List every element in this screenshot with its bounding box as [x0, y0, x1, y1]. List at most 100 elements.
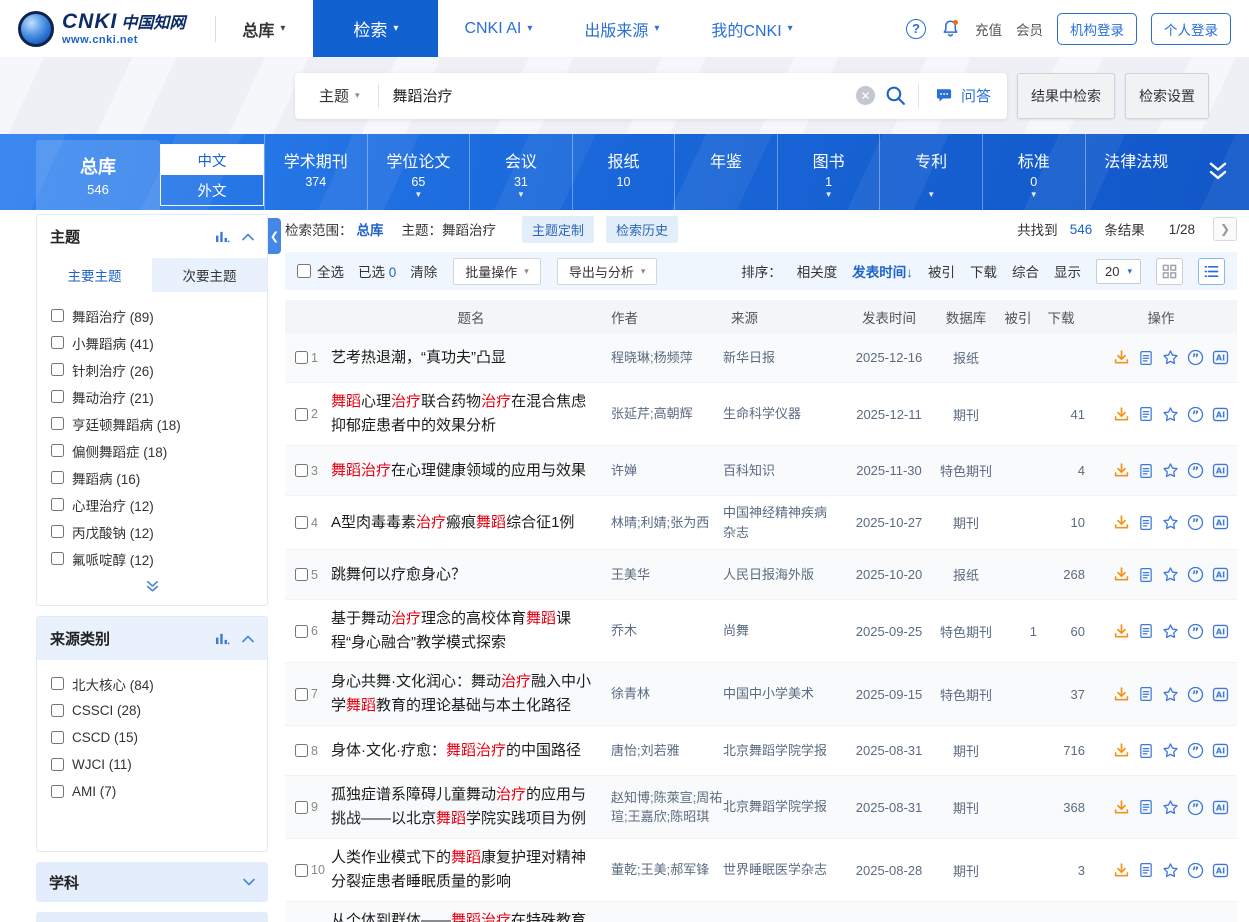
db-tab-5[interactable]: 图书1▼ — [777, 134, 880, 210]
sidebar-collapse-button[interactable]: ❮ — [268, 218, 281, 254]
db-tab-0[interactable]: 学术期刊374 — [264, 134, 367, 210]
result-title-link[interactable]: 身体·文化·疗愈：舞蹈治疗的中国路径 — [331, 739, 611, 763]
topic-filter-item[interactable]: 小舞蹈病 (41) — [51, 329, 253, 356]
more-databases-button[interactable] — [1187, 134, 1249, 210]
nav-publish-source[interactable]: 出版来源▾ — [558, 0, 685, 57]
page-size-select[interactable]: 20▾ — [1096, 259, 1141, 284]
favorite-icon[interactable] — [1162, 623, 1179, 640]
ai-icon[interactable]: AI — [1212, 686, 1229, 703]
row-checkbox[interactable] — [295, 864, 308, 877]
download-icon[interactable] — [1113, 406, 1130, 423]
search-settings-button[interactable]: 检索设置 — [1125, 73, 1209, 119]
quote-icon[interactable]: ” — [1187, 742, 1204, 759]
ai-icon[interactable]: AI — [1212, 862, 1229, 879]
result-source[interactable]: 中国中小学美术 — [723, 684, 845, 704]
result-source[interactable]: 尚舞 — [723, 621, 845, 641]
vip-link[interactable]: 会员 — [1016, 19, 1043, 39]
db-tab-8[interactable]: 法律法规 — [1085, 134, 1188, 210]
help-icon[interactable]: ? — [906, 19, 926, 39]
result-authors[interactable]: 张延芹;高朝辉 — [611, 404, 723, 424]
topic-filter-item[interactable]: 舞动治疗 (21) — [51, 383, 253, 410]
clear-icon[interactable]: ✕ — [856, 86, 875, 105]
result-source[interactable]: 人民日报海外版 — [723, 565, 845, 585]
topic-filter-item[interactable]: 偏侧舞蹈症 (18) — [51, 437, 253, 464]
source-filter-checkbox[interactable] — [51, 731, 64, 744]
result-title-link[interactable]: 舞蹈心理治疗联合药物治疗在混合焦虑抑郁症患者中的效果分析 — [331, 390, 611, 438]
sort-publish-date[interactable]: 发表时间↓ — [852, 261, 913, 281]
sort-relevance[interactable]: 相关度 — [797, 261, 838, 281]
favorite-icon[interactable] — [1162, 686, 1179, 703]
topic-filter-checkbox[interactable] — [51, 525, 64, 538]
download-icon[interactable] — [1113, 862, 1130, 879]
chevron-up-icon[interactable] — [242, 635, 254, 643]
download-icon[interactable] — [1113, 462, 1130, 479]
html-icon[interactable] — [1138, 686, 1154, 702]
result-source[interactable]: 百科知识 — [723, 461, 845, 481]
topic-filter-checkbox[interactable] — [51, 309, 64, 322]
search-icon[interactable] — [885, 85, 906, 106]
topic-filter-item[interactable]: 舞蹈病 (16) — [51, 464, 253, 491]
lang-tab-foreign[interactable]: 外文 — [161, 175, 263, 205]
topic-filter-item[interactable]: 针刺治疗 (26) — [51, 356, 253, 383]
download-icon[interactable] — [1113, 514, 1130, 531]
favorite-icon[interactable] — [1162, 742, 1179, 759]
quote-icon[interactable]: ” — [1187, 623, 1204, 640]
favorite-icon[interactable] — [1162, 566, 1179, 583]
db-tab-1[interactable]: 学位论文65▼ — [367, 134, 470, 210]
topic-filter-item[interactable]: 亨廷顿舞蹈病 (18) — [51, 410, 253, 437]
source-filter-checkbox[interactable] — [51, 704, 64, 717]
source-filter-checkbox[interactable] — [51, 758, 64, 771]
result-authors[interactable]: 徐青林 — [611, 684, 723, 704]
row-checkbox[interactable] — [295, 744, 308, 757]
topic-custom-button[interactable]: 主题定制 — [522, 216, 594, 243]
download-icon[interactable] — [1113, 686, 1130, 703]
chevron-up-icon[interactable] — [242, 233, 254, 241]
download-icon[interactable] — [1113, 742, 1130, 759]
quote-icon[interactable]: ” — [1187, 514, 1204, 531]
search-in-results-button[interactable]: 结果中检索 — [1017, 73, 1115, 119]
html-icon[interactable] — [1138, 463, 1154, 479]
result-title-link[interactable]: 舞蹈治疗在心理健康领域的应用与效果 — [331, 459, 611, 483]
favorite-icon[interactable] — [1162, 799, 1179, 816]
ai-icon[interactable]: AI — [1212, 462, 1229, 479]
qa-button[interactable]: 问答 — [919, 85, 1007, 106]
row-checkbox[interactable] — [295, 801, 308, 814]
download-icon[interactable] — [1113, 566, 1130, 583]
ai-icon[interactable]: AI — [1212, 566, 1229, 583]
year-filter-panel[interactable]: 年度 时间↓ 文献量↓ — [36, 912, 268, 922]
result-title-link[interactable]: 跳舞何以疗愈身心？ — [331, 563, 611, 587]
next-page-button[interactable]: ❯ — [1213, 217, 1237, 241]
cnki-logo[interactable]: CNKI 中国知网 www.cnki.net — [0, 0, 199, 57]
quote-icon[interactable]: ” — [1187, 686, 1204, 703]
nav-my-cnki[interactable]: 我的CNKI▾ — [685, 0, 818, 57]
favorite-icon[interactable] — [1162, 406, 1179, 423]
result-title-link[interactable]: 基于舞动治疗理念的高校体育舞蹈课程“身心融合”教学模式探索 — [331, 607, 611, 655]
favorite-icon[interactable] — [1162, 514, 1179, 531]
topic-filter-item[interactable]: 心理治疗 (12) — [51, 491, 253, 518]
topic-filter-item[interactable]: 氟哌啶醇 (12) — [51, 545, 253, 572]
grid-view-icon[interactable] — [1156, 258, 1183, 285]
sort-cited[interactable]: 被引 — [928, 261, 955, 281]
tab-main-topic[interactable]: 主要主题 — [37, 258, 152, 292]
result-title-link[interactable]: 从个体到群体——舞蹈治疗在特殊教育与社会支持体系中的实践探索 — [331, 909, 611, 922]
clear-selection-button[interactable]: 清除 — [410, 261, 437, 281]
select-all-input[interactable] — [297, 264, 311, 278]
topic-filter-item[interactable]: 丙戊酸钠 (12) — [51, 518, 253, 545]
result-authors[interactable]: 许婵 — [611, 461, 723, 481]
db-tab-7[interactable]: 标准0▼ — [982, 134, 1085, 210]
db-tab-6[interactable]: 专利▼ — [879, 134, 982, 210]
list-view-icon[interactable] — [1198, 258, 1225, 285]
quote-icon[interactable]: ” — [1187, 862, 1204, 879]
quote-icon[interactable]: ” — [1187, 566, 1204, 583]
favorite-icon[interactable] — [1162, 862, 1179, 879]
result-title-link[interactable]: 艺考热退潮，“真功夫”凸显 — [331, 346, 611, 370]
topic-filter-checkbox[interactable] — [51, 336, 64, 349]
source-filter-item[interactable]: CSSCI (28) — [51, 697, 253, 724]
result-title-link[interactable]: A型肉毒毒素治疗瘢痕舞蹈综合征1例 — [331, 511, 611, 535]
topic-filter-checkbox[interactable] — [51, 552, 64, 565]
quote-icon[interactable]: ” — [1187, 406, 1204, 423]
search-history-button[interactable]: 检索历史 — [606, 216, 678, 243]
source-filter-item[interactable]: CSCD (15) — [51, 724, 253, 751]
tab-zongku[interactable]: 总库 546 — [36, 140, 160, 210]
download-icon[interactable] — [1113, 623, 1130, 640]
